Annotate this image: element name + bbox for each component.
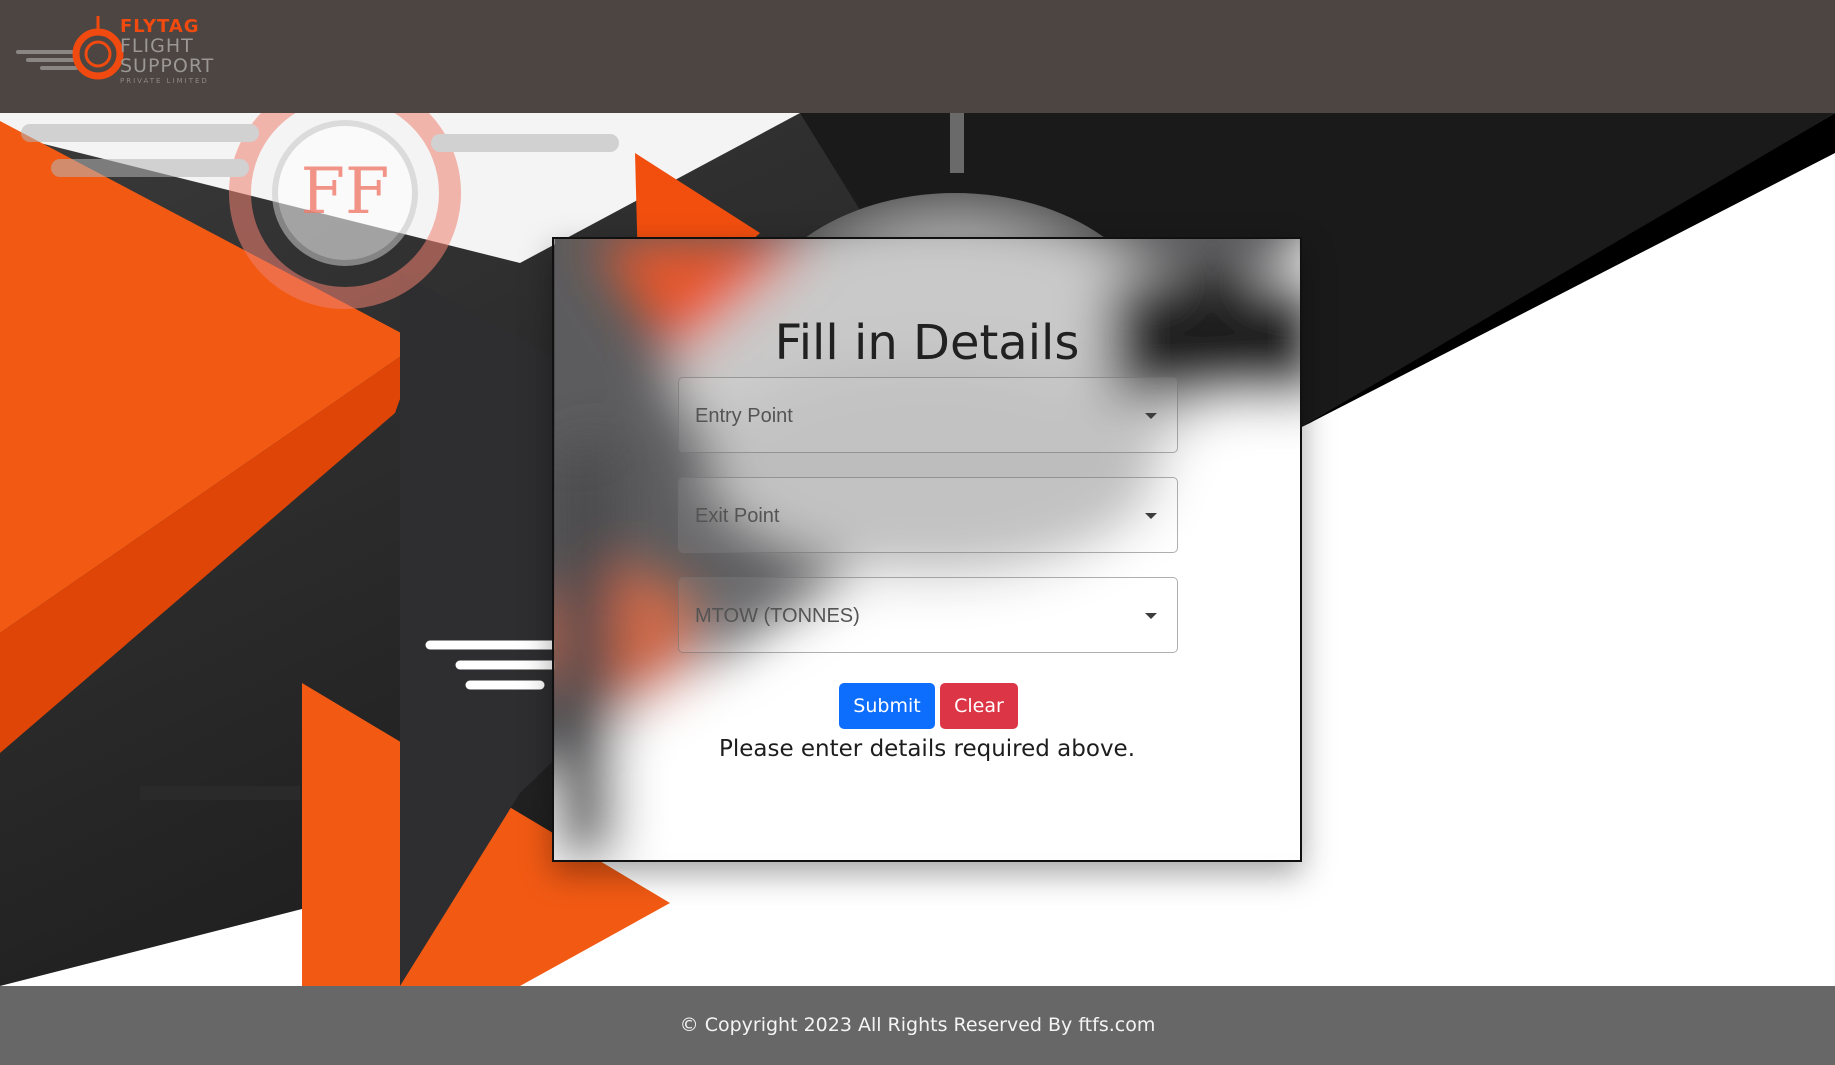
- form-title: Fill in Details: [774, 315, 1080, 371]
- exit-point-value: Exit Point: [695, 505, 780, 527]
- chevron-down-icon: [1145, 513, 1157, 519]
- company-logo[interactable]: FLYTAG FLIGHT SUPPORT PRIVATE LIMITED: [16, 14, 246, 86]
- top-header: FLYTAG FLIGHT SUPPORT PRIVATE LIMITED: [0, 0, 1835, 113]
- entry-point-value: Entry Point: [695, 405, 793, 427]
- submit-button[interactable]: Submit: [839, 683, 935, 729]
- details-form-panel: Fill in Details Entry Point Exit Point M…: [552, 237, 1302, 862]
- logo-emblem-icon: [16, 16, 124, 80]
- chevron-down-icon: [1145, 413, 1157, 419]
- chevron-down-icon: [1145, 613, 1157, 619]
- logo-line-1: FLYTAG: [120, 16, 200, 37]
- exit-point-select[interactable]: Exit Point: [678, 477, 1178, 553]
- clear-button[interactable]: Clear: [940, 683, 1018, 729]
- panel-content: Fill in Details Entry Point Exit Point M…: [554, 239, 1300, 860]
- mtow-select[interactable]: MTOW (TONNES): [678, 577, 1178, 653]
- mtow-value: MTOW (TONNES): [695, 605, 860, 627]
- footer-copyright: © Copyright 2023 All Rights Reserved By …: [679, 1014, 1156, 1036]
- hero-emblem-letters: FF: [301, 155, 390, 229]
- entry-point-select[interactable]: Entry Point: [678, 377, 1178, 453]
- logo-line-2: FLIGHT: [120, 35, 194, 57]
- logo-wordmark: FLYTAG FLIGHT SUPPORT PRIVATE LIMITED: [120, 18, 214, 85]
- logo-line-4: PRIVATE LIMITED: [120, 77, 209, 85]
- form-status-message: Please enter details required above.: [718, 736, 1136, 762]
- logo-line-3: SUPPORT: [120, 55, 215, 77]
- page-footer: © Copyright 2023 All Rights Reserved By …: [0, 986, 1835, 1065]
